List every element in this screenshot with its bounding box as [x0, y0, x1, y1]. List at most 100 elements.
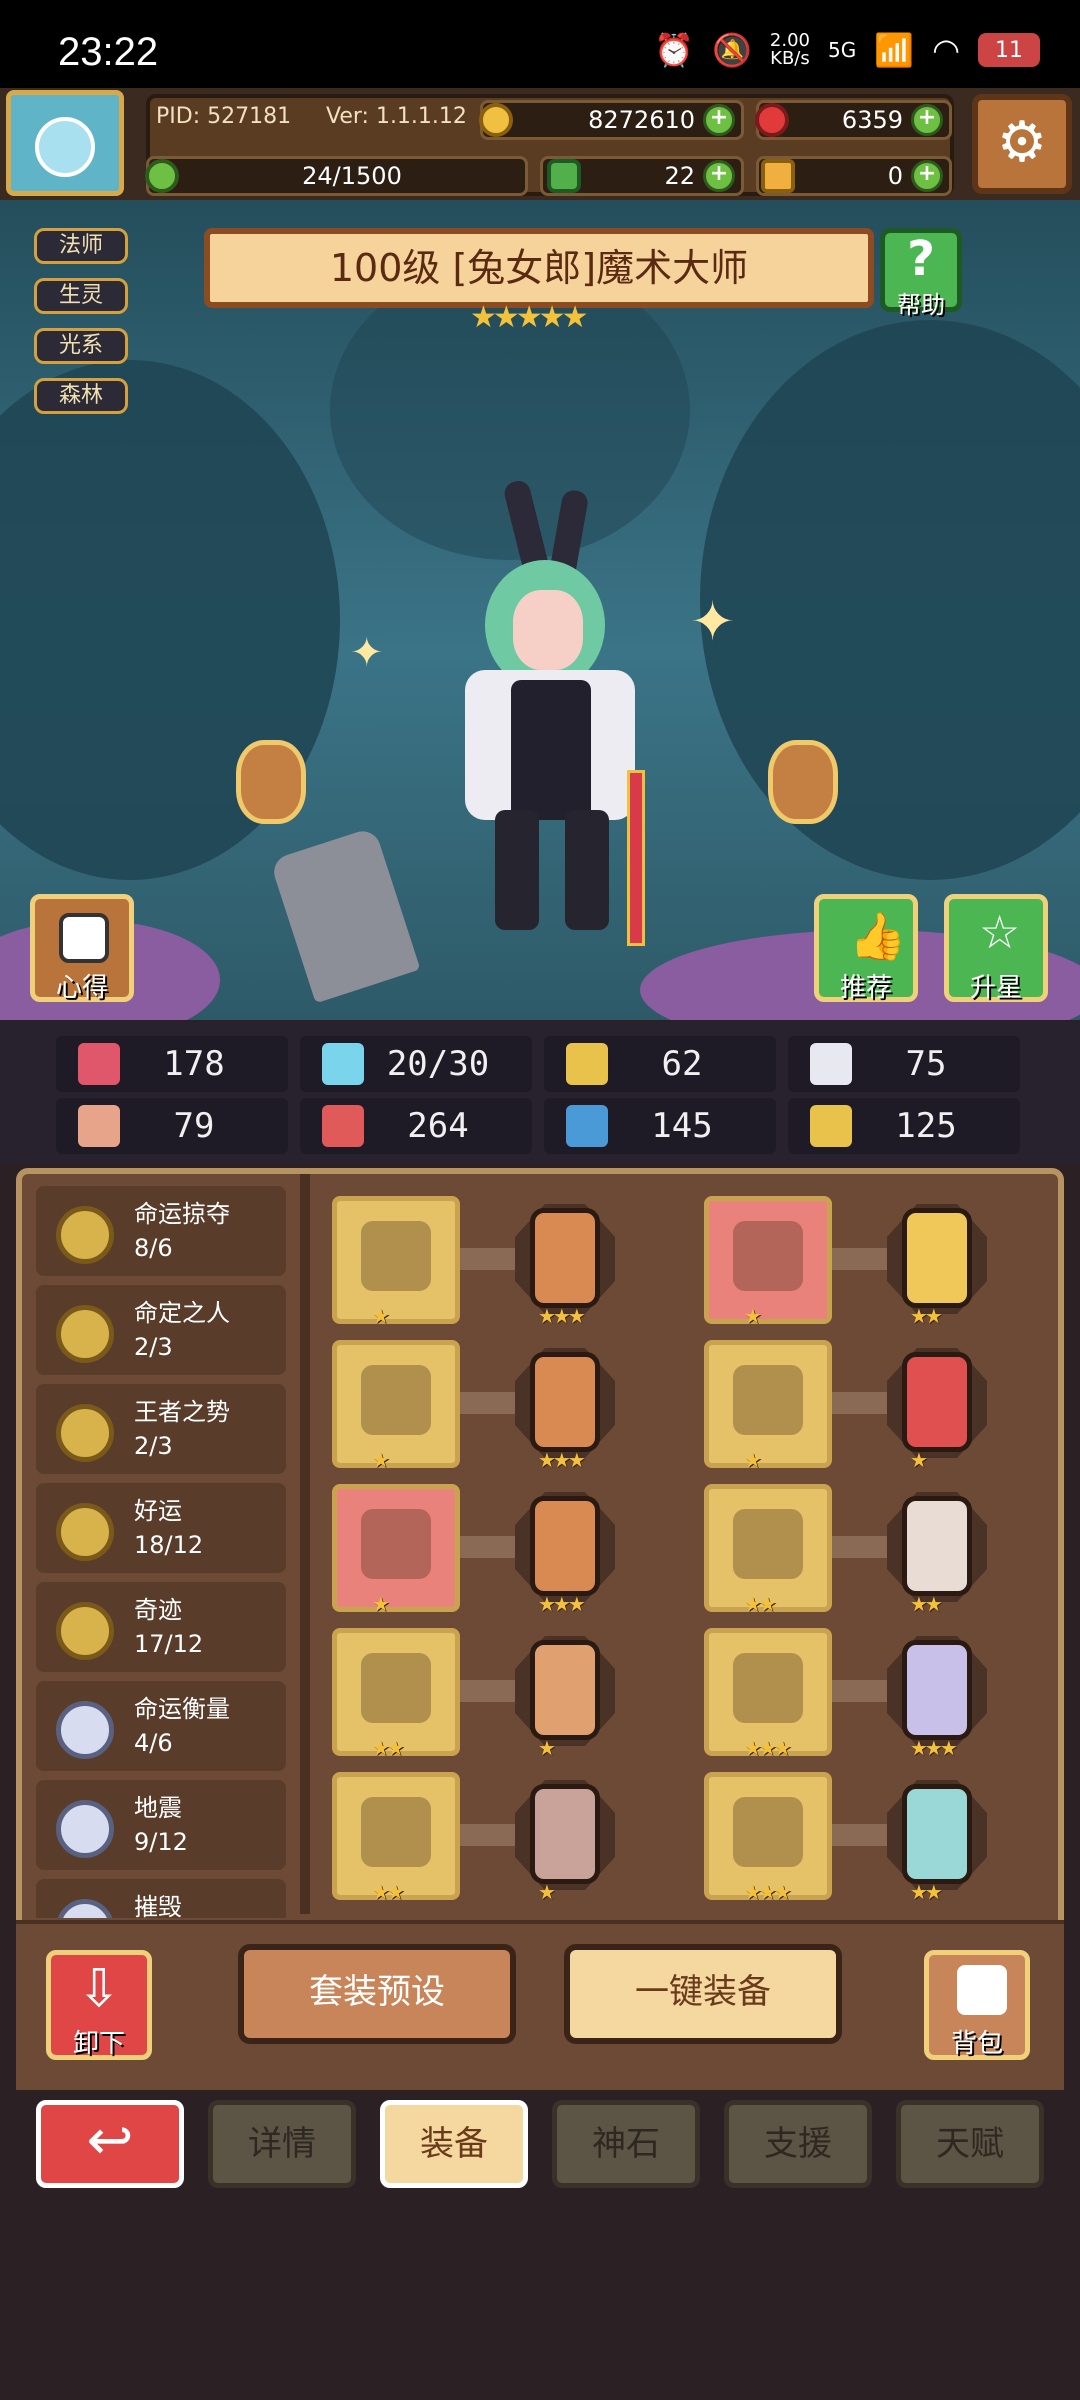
rune-stars: ★★ — [910, 1592, 943, 1616]
rune-stars: ★★★ — [910, 1736, 958, 1760]
stat-item: 145 — [544, 1098, 776, 1154]
set-bonus-item[interactable]: 命运衡量 4/6 — [36, 1681, 286, 1771]
add-ruby-button[interactable]: + — [911, 104, 943, 136]
rune-stone-icon[interactable] — [530, 1640, 600, 1740]
summon-shard-right[interactable] — [768, 740, 838, 824]
hero-tag-terrain: 森林 — [34, 378, 128, 414]
boot-icon — [566, 1105, 608, 1147]
help-label: 帮助 — [897, 291, 945, 319]
settings-button[interactable]: ⚙ — [972, 94, 1072, 194]
set-name: 好运 — [134, 1497, 182, 1525]
summon-shard-left[interactable] — [236, 740, 306, 824]
rune-stone-icon[interactable] — [902, 1496, 972, 1596]
item-stars: ★★ — [744, 1592, 777, 1616]
set-name: 王者之势 — [134, 1398, 230, 1426]
tab-0[interactable]: 详情 — [208, 2100, 356, 2188]
add-clover-button[interactable]: + — [703, 160, 735, 192]
stamina-icon — [145, 159, 179, 193]
item-stars: ★★★ — [744, 1736, 792, 1760]
equip-all-button[interactable]: 一键装备 — [564, 1944, 842, 2044]
hammer-pill: 0 + — [756, 156, 952, 196]
backpack-button[interactable]: 背包 — [924, 1950, 1030, 2060]
tab-1[interactable]: 装备 — [380, 2100, 528, 2188]
item-stars: ★ — [372, 1448, 390, 1472]
hero-stars: ★★★★★ — [470, 300, 589, 335]
set-count: 2/3 — [134, 1432, 173, 1460]
stat-item: 75 — [788, 1036, 1020, 1092]
set-emblem-icon — [56, 1602, 114, 1660]
mana-drop-icon — [322, 1043, 364, 1085]
rune-stone-icon[interactable] — [530, 1208, 600, 1308]
set-bonus-item[interactable]: 奇迹 17/12 — [36, 1582, 286, 1672]
back-button[interactable]: ↩ — [36, 2100, 184, 2188]
rune-stone-icon[interactable] — [902, 1640, 972, 1740]
recommend-label: 推荐 — [839, 973, 892, 1003]
item-stars: ★★★ — [744, 1880, 792, 1904]
rune-stars: ★★★ — [538, 1448, 586, 1472]
set-emblem-icon — [56, 1800, 114, 1858]
clover-pill: 22 + — [540, 156, 744, 196]
set-bonus-item[interactable]: 命运掠夺 8/6 — [36, 1186, 286, 1276]
shield-icon — [566, 1043, 608, 1085]
wing-icon — [810, 1043, 852, 1085]
equipment-slot[interactable] — [332, 1340, 460, 1468]
equipment-slot[interactable] — [332, 1196, 460, 1324]
set-name: 地震 — [134, 1794, 182, 1822]
battery-icon: 11 — [978, 33, 1040, 67]
stamina-pill: 24/1500 — [145, 156, 528, 196]
backpack-icon — [957, 1965, 1007, 2015]
set-emblem-icon — [56, 1503, 114, 1561]
upgrade-label: 升星 — [969, 973, 1022, 1003]
ring-icon — [361, 1797, 431, 1867]
unequip-button[interactable]: ⇩ 卸下 — [46, 1950, 152, 2060]
help-button[interactable]: ? 帮助 — [880, 228, 962, 319]
set-bonus-item[interactable]: 王者之势 2/3 — [36, 1384, 286, 1474]
set-bonus-item[interactable]: 命定之人 2/3 — [36, 1285, 286, 1375]
set-bonus-item[interactable]: 好运 18/12 — [36, 1483, 286, 1573]
hero-leg-left — [495, 810, 539, 930]
hammer-icon — [761, 159, 795, 193]
hero-tag-class: 法师 — [34, 228, 128, 264]
notes-button[interactable]: 心得 — [30, 894, 134, 1003]
set-count: 8/6 — [134, 1234, 173, 1262]
preset-button[interactable]: 套装预设 — [238, 1944, 516, 2044]
rune-stone-icon[interactable] — [902, 1208, 972, 1308]
tab-3[interactable]: 支援 — [724, 2100, 872, 2188]
return-arrow-icon: ↩ — [86, 2108, 134, 2173]
set-emblem-icon — [56, 1701, 114, 1759]
add-gold-button[interactable]: + — [703, 104, 735, 136]
rune-stone-icon[interactable] — [530, 1784, 600, 1884]
set-bonus-item[interactable]: 摧毁 — [36, 1879, 286, 1918]
backpack-label: 背包 — [950, 2029, 1003, 2059]
add-hammer-button[interactable]: + — [911, 160, 943, 192]
rune-stone-icon[interactable] — [530, 1496, 600, 1596]
equipment-slot[interactable] — [704, 1340, 832, 1468]
hero-leg-right — [565, 810, 609, 930]
stat-value: 145 — [651, 1106, 713, 1146]
equipment-slot[interactable] — [704, 1196, 832, 1324]
set-bonus-item[interactable]: 地震 9/12 — [36, 1780, 286, 1870]
set-name: 命运衡量 — [134, 1695, 230, 1723]
rune-stone-icon[interactable] — [902, 1352, 972, 1452]
item-stars: ★★ — [372, 1736, 405, 1760]
stat-item: 20/30 — [300, 1036, 532, 1092]
tab-2[interactable]: 神石 — [552, 2100, 700, 2188]
rune-stars: ★ — [538, 1880, 556, 1904]
tab-4[interactable]: 天赋 — [896, 2100, 1044, 2188]
clover-value: 22 — [664, 162, 695, 190]
recommend-button[interactable]: 👍 推荐 — [814, 894, 918, 1003]
player-avatar[interactable] — [6, 90, 124, 196]
hero-character[interactable] — [455, 478, 655, 946]
sparkle-icon: ✦ — [350, 630, 384, 676]
item-stars: ★ — [744, 1448, 762, 1472]
rune-stone-icon[interactable] — [530, 1352, 600, 1452]
set-bonus-list[interactable]: 命运掠夺 8/6 命定之人 2/3 王者之势 2/3 好运 18/12 奇迹 17/12 命运衡量 4… — [30, 1178, 300, 1918]
belt-icon — [733, 1653, 803, 1723]
hero-title: 100级 [兔女郎]魔术大师 — [204, 228, 874, 308]
arrow-down-icon: ⇩ — [77, 1959, 121, 2019]
upgrade-star-button[interactable]: ☆ 升星 — [944, 894, 1048, 1003]
rune-stone-icon[interactable] — [902, 1784, 972, 1884]
game-version: Ver: 1.1.1.12 — [326, 104, 467, 129]
equipment-slot[interactable] — [332, 1484, 460, 1612]
status-time: 23:22 — [58, 30, 159, 74]
